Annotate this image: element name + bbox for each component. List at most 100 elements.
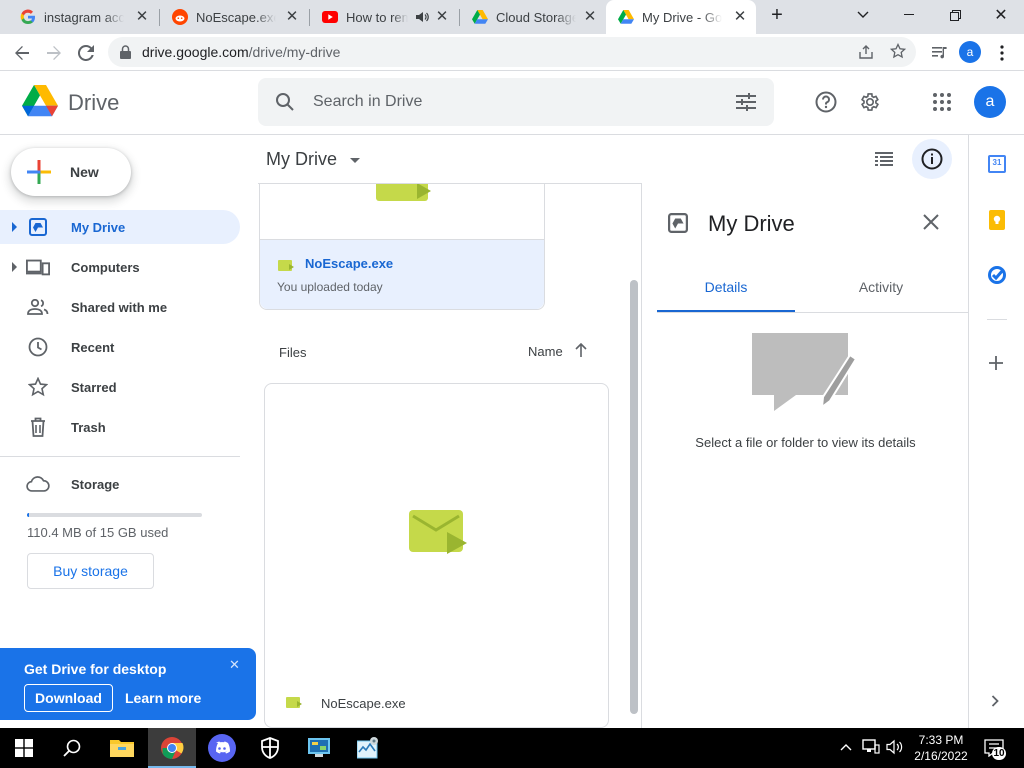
url-path: /drive/my-drive bbox=[248, 44, 341, 60]
system-clock[interactable]: 7:33 PM 2/16/2022 bbox=[912, 732, 970, 764]
windows-start-icon[interactable] bbox=[0, 728, 48, 768]
nav-item-trash[interactable]: Trash bbox=[0, 410, 240, 444]
tab-label: Details bbox=[704, 279, 748, 295]
discord-icon[interactable] bbox=[198, 728, 246, 768]
nav-label: Trash bbox=[71, 420, 106, 435]
browser-tab-cloud-storage[interactable]: Cloud Storage for ✕ bbox=[460, 0, 606, 34]
chrome-taskbar-icon[interactable] bbox=[148, 728, 196, 768]
keep-icon[interactable] bbox=[989, 210, 1005, 230]
suggested-file-card[interactable]: NoEscape.exe You uploaded today bbox=[259, 184, 545, 310]
view-details-info-icon[interactable] bbox=[912, 139, 952, 179]
clock-icon bbox=[26, 337, 50, 357]
tab-activity[interactable]: Activity bbox=[812, 263, 950, 313]
show-hidden-icons-chevron-icon[interactable] bbox=[840, 740, 852, 754]
my-drive-dropdown[interactable]: My Drive bbox=[266, 149, 361, 170]
new-button[interactable]: New bbox=[11, 148, 131, 196]
file-card[interactable]: NoEscape.exe bbox=[264, 383, 609, 728]
chrome-menu-icon[interactable] bbox=[988, 39, 1016, 67]
forward-button[interactable] bbox=[40, 39, 68, 67]
buy-storage-button[interactable]: Buy storage bbox=[27, 553, 154, 589]
expand-panel-chevron-icon[interactable] bbox=[991, 694, 999, 712]
browser-tab-my-drive[interactable]: My Drive - Google ✕ bbox=[606, 0, 756, 34]
close-tab-icon[interactable]: ✕ bbox=[134, 9, 150, 25]
chrome-profile-avatar[interactable]: a bbox=[959, 41, 981, 63]
file-type-icon bbox=[286, 696, 302, 714]
address-bar[interactable]: drive.google.com/drive/my-drive bbox=[108, 37, 916, 67]
taskbar-search-icon[interactable] bbox=[48, 728, 96, 768]
reload-button[interactable] bbox=[72, 39, 100, 67]
tab-details[interactable]: Details bbox=[657, 263, 795, 313]
network-icon[interactable] bbox=[862, 739, 880, 758]
nav-label: Storage bbox=[71, 477, 120, 492]
nav-item-my-drive[interactable]: My Drive bbox=[0, 210, 240, 244]
expand-arrow-icon[interactable] bbox=[12, 222, 17, 232]
audio-playing-icon[interactable] bbox=[414, 9, 430, 28]
close-tab-icon[interactable]: ✕ bbox=[582, 9, 598, 25]
bookmark-star-icon[interactable] bbox=[889, 42, 907, 64]
side-panel-divider bbox=[987, 319, 1007, 320]
help-icon[interactable] bbox=[806, 82, 846, 122]
google-apps-icon[interactable] bbox=[922, 82, 962, 122]
restore-window-button[interactable] bbox=[932, 0, 978, 30]
volume-icon[interactable] bbox=[886, 739, 904, 758]
close-tab-icon[interactable]: ✕ bbox=[284, 9, 300, 25]
calendar-icon[interactable]: 31 bbox=[988, 155, 1006, 173]
storage-bar bbox=[27, 513, 202, 517]
expand-arrow-icon[interactable] bbox=[12, 262, 17, 272]
drive-logo[interactable]: Drive bbox=[22, 85, 132, 121]
sort-by-name-button[interactable]: Name bbox=[523, 340, 593, 364]
minimize-window-button[interactable] bbox=[886, 0, 932, 30]
close-details-icon[interactable] bbox=[923, 214, 939, 235]
action-center-icon[interactable]: 10 bbox=[984, 739, 1006, 760]
tab-search-icon[interactable] bbox=[840, 0, 886, 30]
close-tab-icon[interactable]: ✕ bbox=[434, 9, 450, 25]
media-controls-icon[interactable] bbox=[926, 39, 954, 67]
file-type-icon bbox=[278, 259, 294, 277]
tasks-icon[interactable] bbox=[988, 266, 1006, 289]
account-avatar[interactable]: a bbox=[974, 86, 1006, 118]
tab-title: NoEscape.exe : bbox=[196, 9, 276, 25]
close-promo-icon[interactable]: ✕ bbox=[229, 657, 240, 673]
task-manager-icon[interactable] bbox=[344, 728, 392, 768]
windows-security-icon[interactable] bbox=[246, 728, 294, 768]
back-button[interactable] bbox=[8, 39, 36, 67]
close-tab-icon[interactable]: ✕ bbox=[732, 9, 748, 25]
close-window-button[interactable]: ✕ bbox=[978, 0, 1024, 30]
new-tab-button[interactable]: + bbox=[760, 0, 794, 30]
search-icon[interactable] bbox=[275, 92, 295, 117]
search-options-icon[interactable] bbox=[736, 93, 756, 116]
share-icon[interactable] bbox=[858, 44, 874, 65]
nav-item-storage[interactable]: Storage bbox=[0, 467, 240, 501]
nav-item-shared-with-me[interactable]: Shared with me bbox=[0, 290, 240, 324]
page-title: My Drive bbox=[266, 149, 337, 169]
browser-tab-instagram[interactable]: instagram account ✕ bbox=[8, 0, 158, 34]
file-explorer-icon[interactable] bbox=[98, 728, 146, 768]
google-drive-logo-icon bbox=[22, 85, 58, 122]
nav-item-computers[interactable]: Computers bbox=[0, 250, 240, 284]
nav-item-starred[interactable]: Starred bbox=[0, 370, 240, 404]
search-input[interactable]: Search in Drive bbox=[313, 93, 422, 111]
suggested-thumbnail-icon bbox=[375, 184, 431, 201]
learn-more-link[interactable]: Learn more bbox=[125, 690, 201, 706]
suggested-file-footer: NoEscape.exe You uploaded today bbox=[260, 239, 544, 309]
scrollbar-thumb[interactable] bbox=[630, 280, 638, 714]
add-addon-icon[interactable] bbox=[989, 356, 1003, 375]
storage-bar-fill bbox=[27, 513, 29, 517]
settings-gear-icon[interactable] bbox=[850, 82, 890, 122]
star-icon bbox=[26, 377, 50, 397]
search-bar[interactable]: Search in Drive bbox=[258, 78, 774, 126]
tab-title: My Drive - Google bbox=[642, 9, 722, 25]
my-drive-icon bbox=[26, 217, 50, 237]
download-button[interactable]: Download bbox=[24, 684, 113, 712]
lock-icon[interactable] bbox=[120, 45, 131, 64]
nav-item-recent[interactable]: Recent bbox=[0, 330, 240, 364]
url-host: drive.google.com bbox=[142, 44, 249, 60]
main-scrollbar[interactable] bbox=[628, 184, 640, 728]
suggested-file-name[interactable]: NoEscape.exe bbox=[305, 256, 393, 271]
browser-tab-reddit[interactable]: NoEscape.exe : ✕ bbox=[160, 0, 308, 34]
control-panel-icon[interactable] bbox=[295, 728, 343, 768]
list-view-icon[interactable] bbox=[864, 139, 904, 179]
tab-title: Cloud Storage for bbox=[496, 9, 576, 25]
details-pane: My Drive Details Activity Select a file … bbox=[641, 183, 969, 728]
browser-tab-youtube[interactable]: How to remove ✕ bbox=[310, 0, 458, 34]
